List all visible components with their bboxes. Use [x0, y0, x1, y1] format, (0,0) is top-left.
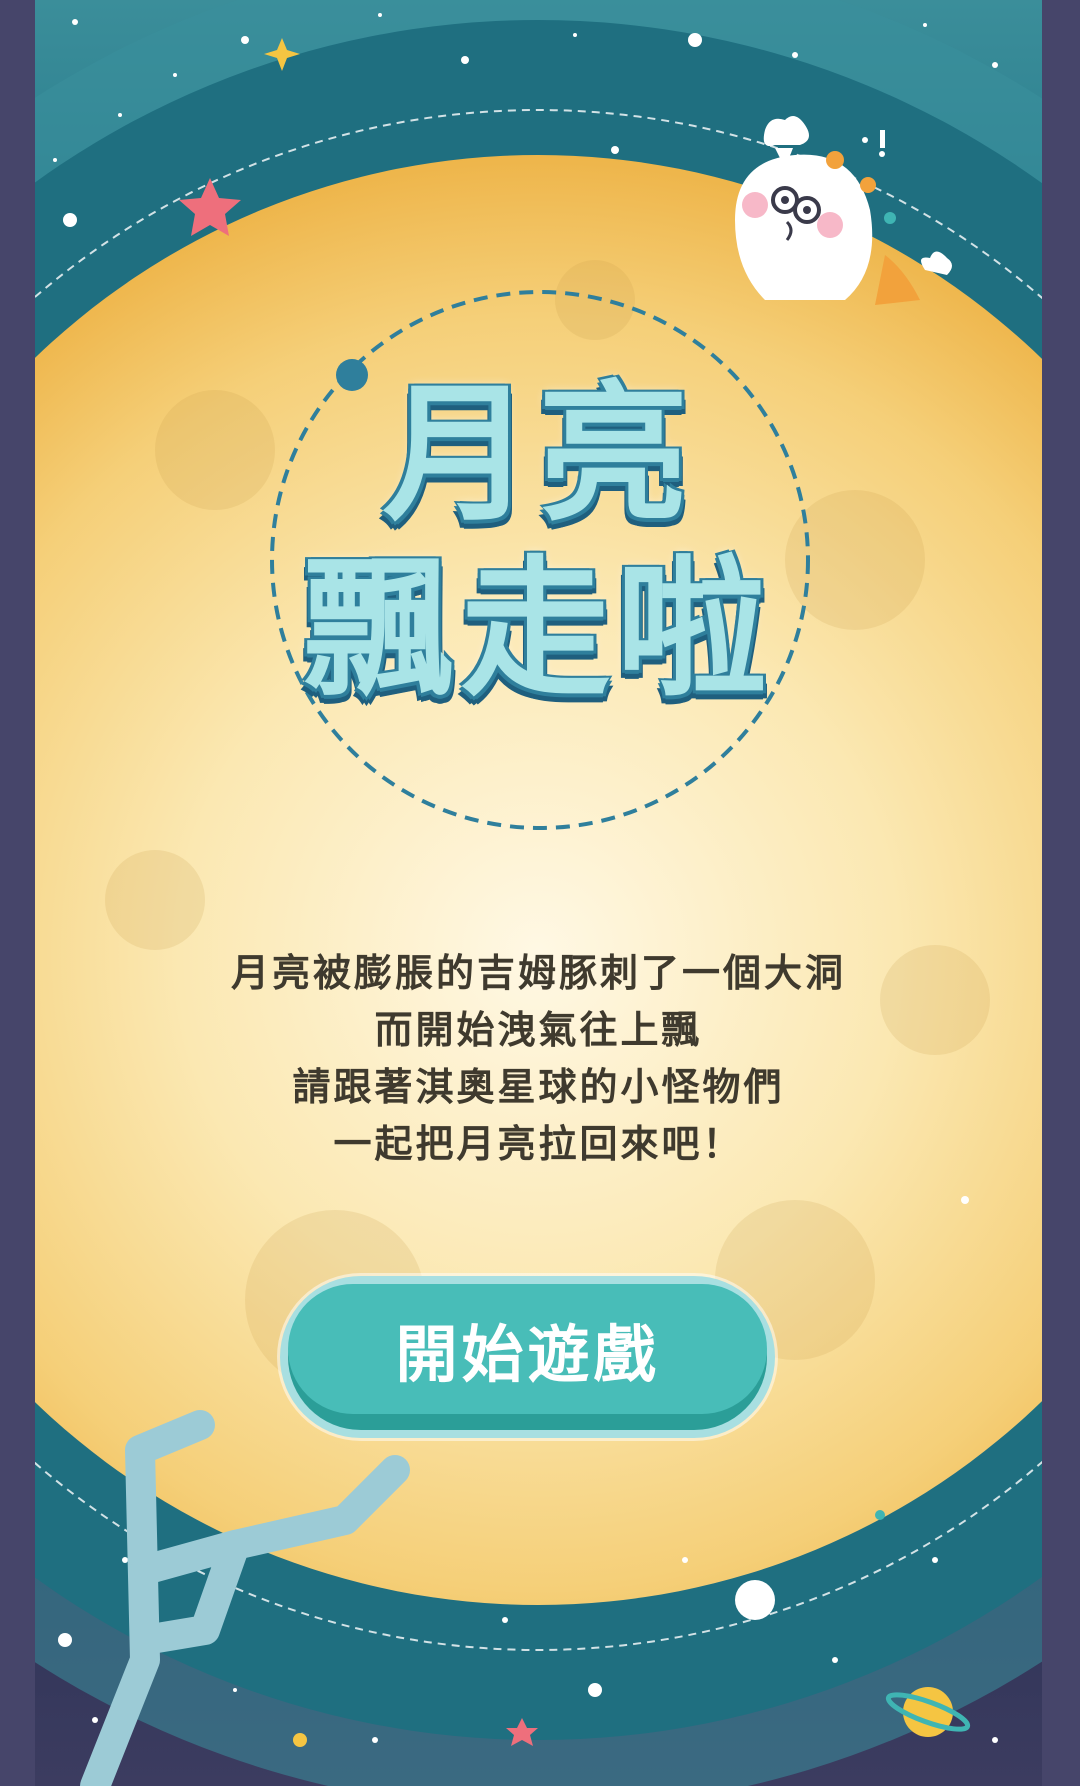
space-background [35, 0, 1042, 1786]
game-title-line1: 月亮 [382, 368, 695, 542]
game-start-screen: 月亮 飄走啦 月亮被膨脹的吉姆豚刺了一個大洞 而開始洩氣往上飄 請跟著淇奧星球的… [35, 0, 1042, 1786]
description-line: 請跟著淇奧星球的小怪物們 [292, 1065, 785, 1109]
game-title-line2: 飄走啦 [304, 543, 773, 717]
start-game-label: 開始遊戲 [395, 1318, 660, 1391]
description-line: 月亮被膨脹的吉姆豚刺了一個大洞 [230, 951, 846, 995]
description-line: 一起把月亮拉回來吧！ [333, 1122, 744, 1166]
start-game-button[interactable]: 開始遊戲 [280, 1276, 775, 1438]
description-line: 而開始洩氣往上飄 [374, 1008, 703, 1052]
story-description: 月亮被膨脹的吉姆豚刺了一個大洞 而開始洩氣往上飄 請跟著淇奧星球的小怪物們 一起… [35, 945, 1042, 1173]
